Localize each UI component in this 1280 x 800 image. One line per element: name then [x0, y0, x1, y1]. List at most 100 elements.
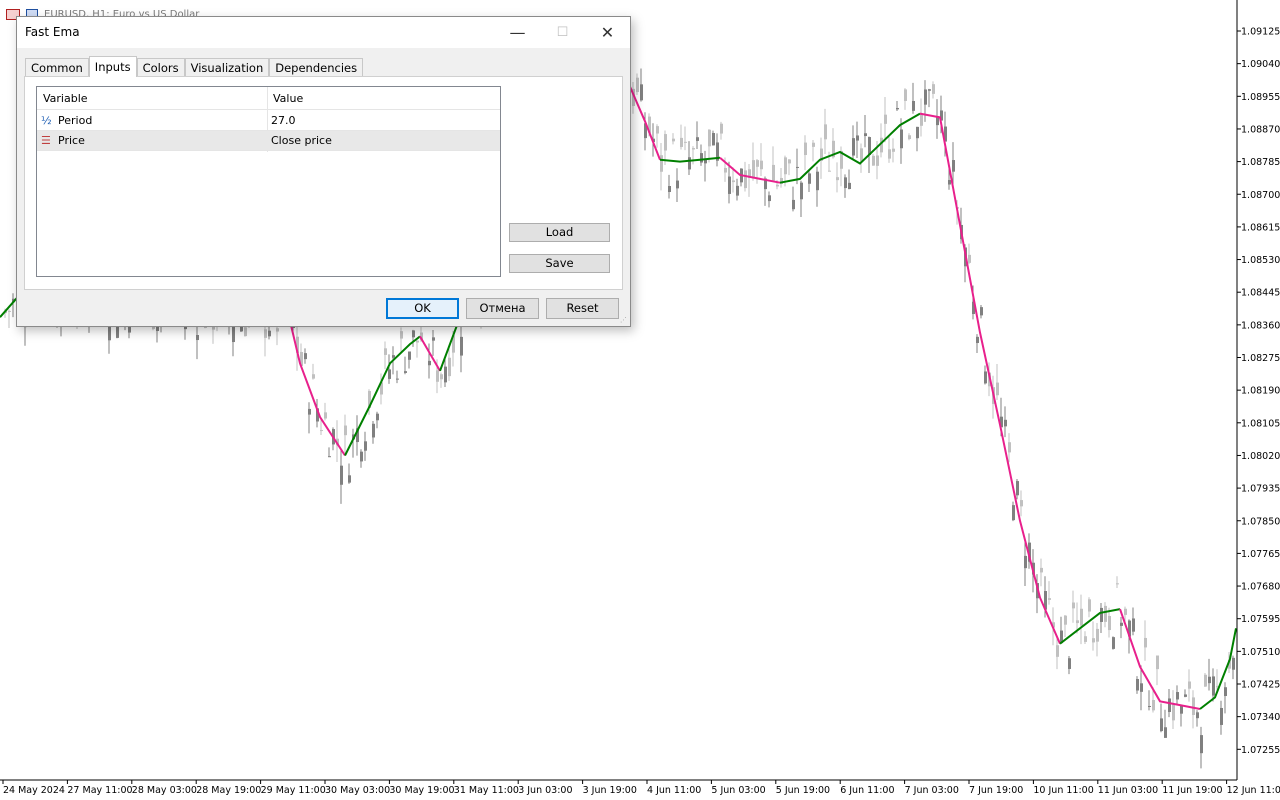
candle	[400, 331, 403, 339]
candle	[684, 141, 687, 143]
table-header: Variable Value	[37, 87, 500, 110]
candle	[324, 412, 327, 419]
candle	[416, 340, 419, 343]
candle	[664, 134, 667, 151]
candle	[784, 157, 787, 175]
ema-line-down	[919, 112, 1061, 645]
tab-dependencies[interactable]: Dependencies	[269, 58, 364, 77]
column-header-value[interactable]: Value	[273, 87, 303, 109]
minimize-button[interactable]: —	[495, 17, 540, 48]
candle	[1140, 683, 1143, 692]
price-label: 1.07595	[1241, 614, 1280, 625]
candle	[712, 133, 715, 146]
candle	[1156, 655, 1159, 670]
candle	[372, 423, 375, 438]
value-cell[interactable]: Close price	[271, 131, 332, 151]
candle	[1200, 735, 1203, 754]
tab-inputs[interactable]: Inputs	[88, 56, 137, 77]
candle	[1068, 658, 1071, 669]
price-label: 1.07680	[1241, 582, 1280, 593]
candle	[744, 170, 747, 189]
candle	[388, 369, 391, 379]
candle	[760, 160, 763, 170]
candle	[1108, 616, 1111, 631]
candle	[672, 138, 675, 142]
candle	[8, 310, 11, 312]
candle	[392, 355, 395, 358]
candle	[1148, 705, 1151, 707]
candle	[884, 114, 887, 124]
candle	[812, 142, 815, 147]
candle	[264, 329, 267, 338]
candle	[1180, 705, 1183, 714]
ema-line-down	[419, 335, 441, 372]
candle	[276, 328, 279, 332]
time-label: 24 May 2024	[3, 785, 65, 796]
candle	[1124, 608, 1127, 615]
candle	[728, 176, 731, 194]
candle	[1172, 703, 1175, 721]
candle	[1208, 676, 1211, 684]
candle	[328, 456, 331, 458]
candle	[1220, 707, 1223, 725]
candle	[304, 353, 307, 360]
tab-visualization[interactable]: Visualization	[184, 58, 270, 77]
candle	[828, 170, 831, 172]
candle	[636, 77, 639, 93]
candle	[444, 366, 447, 383]
candle	[1048, 598, 1051, 600]
maximize-button[interactable]: ☐	[540, 17, 585, 48]
candle	[700, 153, 703, 163]
price-label: 1.07935	[1241, 484, 1280, 495]
variable-cell: Price	[58, 134, 85, 147]
candle	[1168, 698, 1171, 712]
candle	[888, 149, 891, 159]
ok-button[interactable]: OK	[386, 298, 459, 319]
candle	[752, 160, 755, 179]
candle	[852, 138, 855, 156]
candle	[708, 129, 711, 147]
time-label: 5 Jun 03:00	[711, 785, 765, 796]
candle	[1104, 605, 1107, 622]
price-label: 1.08190	[1241, 386, 1280, 397]
candle	[308, 408, 311, 415]
candle	[1144, 637, 1147, 648]
candle	[640, 84, 643, 101]
value-cell[interactable]: 27.0	[271, 111, 296, 131]
price-label: 1.08360	[1241, 320, 1280, 331]
dialog-title-bar[interactable]: Fast Ema — ☐ ✕	[17, 17, 630, 48]
tab-common[interactable]: Common	[25, 58, 89, 77]
load-button[interactable]: Load	[509, 223, 610, 242]
save-button[interactable]: Save	[509, 254, 610, 273]
reset-button[interactable]: Reset	[546, 298, 619, 319]
time-axis: 24 May 2024 27 May 11:00 28 May 03:00 28 Ma…	[2, 780, 1280, 796]
table-row[interactable]: ☰ Price Close price	[37, 131, 500, 151]
candle	[1072, 602, 1075, 609]
candle	[808, 173, 811, 184]
resize-grip-icon[interactable]: ⋰	[620, 316, 628, 324]
candle	[128, 327, 131, 333]
candle	[376, 413, 379, 421]
time-label: 4 Jun 11:00	[647, 785, 701, 796]
candle	[1152, 700, 1155, 711]
candle	[676, 180, 679, 189]
variable-cell: Period	[58, 114, 93, 127]
candle	[340, 465, 343, 485]
close-button[interactable]: ✕	[585, 17, 630, 48]
time-label: 11 Jun 03:00	[1098, 785, 1158, 796]
time-label: 30 May 03:00	[325, 785, 390, 796]
dialog-title: Fast Ema	[25, 25, 80, 39]
table-row[interactable]: ½ Period 27.0	[37, 111, 500, 131]
cancel-button[interactable]: Отмена	[466, 298, 539, 319]
tab-colors[interactable]: Colors	[136, 58, 185, 77]
candle	[908, 135, 911, 140]
time-label: 12 Jun 11:00	[1227, 785, 1280, 796]
candle	[1012, 505, 1015, 521]
candle	[344, 425, 347, 436]
price-label: 1.08530	[1241, 255, 1280, 266]
candle	[816, 171, 819, 191]
time-label: 3 Jun 19:00	[583, 785, 637, 796]
column-header-variable[interactable]: Variable	[43, 87, 88, 109]
dialog-tabs: Common Inputs Colors Visualization Depen…	[25, 56, 364, 77]
candle	[1040, 567, 1043, 573]
